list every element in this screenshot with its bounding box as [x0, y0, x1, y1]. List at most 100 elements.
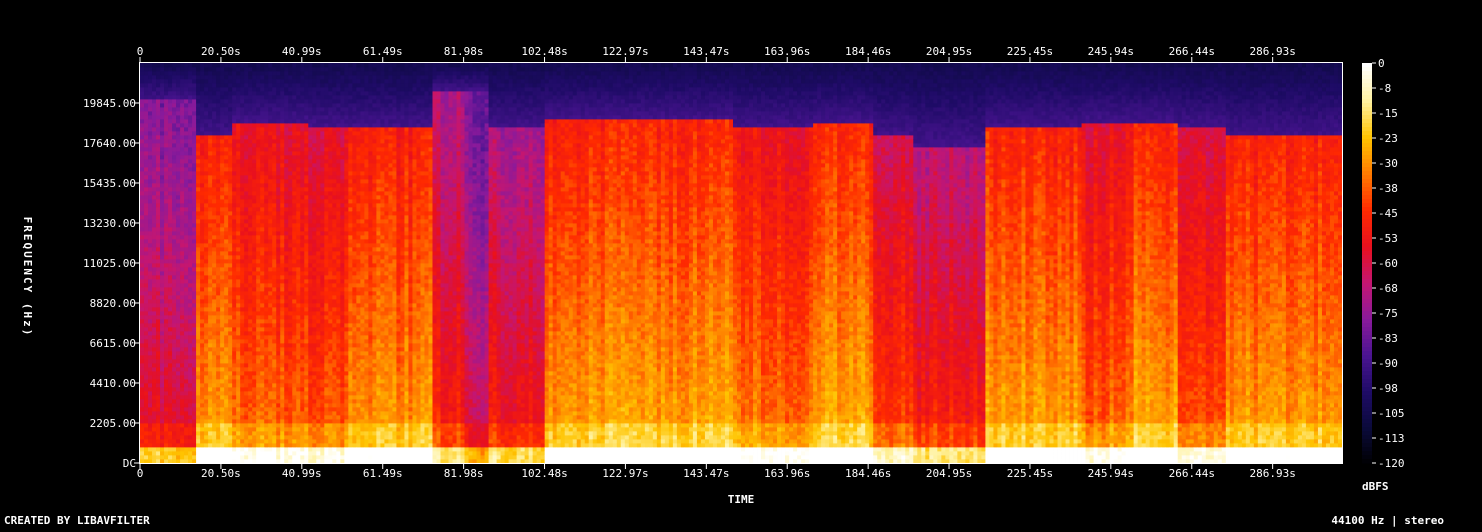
- heatmap-cell: [248, 227, 252, 231]
- heatmap-cell: [144, 103, 148, 107]
- heatmap-cell: [276, 99, 280, 103]
- heatmap-cell: [256, 379, 260, 383]
- heatmap-cell: [264, 239, 268, 243]
- heatmap-cell: [140, 331, 144, 335]
- heatmap-cell: [232, 359, 236, 363]
- heatmap-cell: [152, 307, 156, 311]
- heatmap-cell: [144, 159, 148, 163]
- heatmap-cell: [140, 127, 144, 131]
- heatmap-cell: [260, 203, 264, 207]
- heatmap-cell: [328, 115, 332, 119]
- heatmap-cell: [300, 343, 304, 347]
- heatmap-cell: [332, 443, 336, 447]
- heatmap-cell: [204, 91, 208, 95]
- heatmap-cell: [232, 163, 236, 167]
- heatmap-cell: [280, 107, 284, 111]
- heatmap-cell: [212, 399, 216, 403]
- heatmap-cell: [188, 435, 192, 439]
- heatmap-cell: [176, 287, 180, 291]
- heatmap-cell: [312, 331, 316, 335]
- heatmap-cell: [224, 155, 228, 159]
- heatmap-cell: [224, 247, 228, 251]
- heatmap-cell: [216, 351, 220, 355]
- heatmap-cell: [268, 227, 272, 231]
- heatmap-cell: [148, 403, 152, 407]
- heatmap-cell: [296, 415, 300, 419]
- heatmap-cell: [240, 135, 244, 139]
- heatmap-cell: [144, 455, 148, 459]
- heatmap-cell: [160, 135, 164, 139]
- heatmap-cell: [164, 307, 168, 311]
- heatmap-cell: [308, 279, 312, 283]
- heatmap-cell: [300, 427, 304, 431]
- heatmap-cell: [276, 179, 280, 183]
- heatmap-cell: [288, 363, 292, 367]
- heatmap-cell: [296, 251, 300, 255]
- heatmap-cell: [188, 243, 192, 247]
- heatmap-cell: [164, 287, 168, 291]
- heatmap-cell: [288, 171, 292, 175]
- heatmap-cell: [320, 431, 324, 435]
- heatmap-cell: [280, 387, 284, 391]
- heatmap-cell: [208, 271, 212, 275]
- heatmap-cell: [276, 383, 280, 387]
- heatmap-cell: [268, 295, 272, 299]
- heatmap-cell: [288, 147, 292, 151]
- heatmap-cell: [244, 387, 248, 391]
- heatmap-cell: [156, 379, 160, 383]
- heatmap-cell: [248, 415, 252, 419]
- heatmap-cell: [188, 339, 192, 343]
- heatmap-cell: [328, 323, 332, 327]
- heatmap-cell: [180, 279, 184, 283]
- heatmap-cell: [304, 315, 308, 319]
- heatmap-cell: [320, 291, 324, 295]
- heatmap-cell: [184, 131, 188, 135]
- heatmap-cell: [148, 311, 152, 315]
- heatmap-cell: [328, 87, 332, 91]
- heatmap-cell: [244, 67, 248, 71]
- heatmap-cell: [140, 103, 144, 107]
- heatmap-cell: [312, 107, 316, 111]
- heatmap-cell: [264, 83, 268, 87]
- heatmap-cell: [252, 143, 256, 147]
- heatmap-cell: [312, 79, 316, 83]
- heatmap-cell: [324, 207, 328, 211]
- heatmap-cell: [212, 295, 216, 299]
- heatmap-cell: [236, 175, 240, 179]
- heatmap-cell: [216, 87, 220, 91]
- heatmap-cell: [328, 343, 332, 347]
- heatmap-cell: [164, 183, 168, 187]
- heatmap-cell: [320, 207, 324, 211]
- heatmap-cell: [264, 111, 268, 115]
- heatmap-cell: [160, 215, 164, 219]
- heatmap-cell: [272, 71, 276, 75]
- heatmap-cell: [140, 431, 144, 435]
- heatmap-cell: [276, 287, 280, 291]
- heatmap-cell: [296, 403, 300, 407]
- heatmap-cell: [292, 191, 296, 195]
- heatmap-cell: [212, 439, 216, 443]
- heatmap-cell: [304, 219, 308, 223]
- heatmap-cell: [268, 263, 272, 267]
- heatmap-cell: [260, 239, 264, 243]
- heatmap-cell: [148, 227, 152, 231]
- heatmap-cell: [264, 283, 268, 287]
- heatmap-cell: [200, 83, 204, 87]
- heatmap-cell: [244, 439, 248, 443]
- heatmap-cell: [304, 171, 308, 175]
- heatmap-cell: [252, 167, 256, 171]
- heatmap-cell: [308, 107, 312, 111]
- heatmap-cell: [240, 139, 244, 143]
- heatmap-cell: [264, 459, 268, 463]
- heatmap-cell: [236, 195, 240, 199]
- heatmap-cell: [272, 271, 276, 275]
- heatmap-cell: [292, 183, 296, 187]
- heatmap-cell: [188, 371, 192, 375]
- heatmap-cell: [328, 431, 332, 435]
- heatmap-cell: [280, 163, 284, 167]
- heatmap-cell: [236, 395, 240, 399]
- heatmap-cell: [312, 355, 316, 359]
- heatmap-cell: [312, 199, 316, 203]
- heatmap-cell: [180, 87, 184, 91]
- heatmap-cell: [140, 251, 144, 255]
